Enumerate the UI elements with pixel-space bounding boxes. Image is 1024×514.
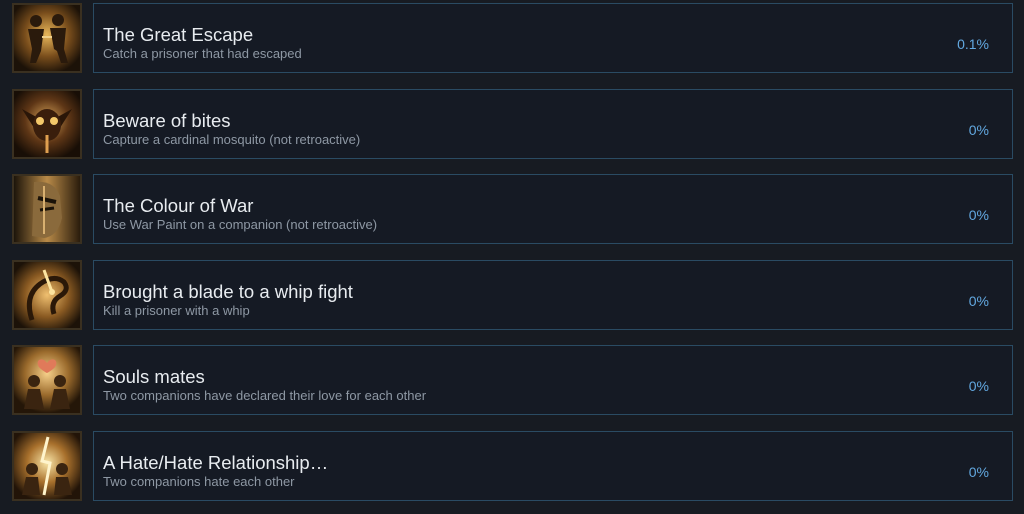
achievement-title: A Hate/Hate Relationship… — [103, 452, 329, 473]
achievement-panel: The Great Escape Catch a prisoner that h… — [93, 3, 1013, 73]
achievement-description: Capture a cardinal mosquito (not retroac… — [103, 132, 361, 147]
achievement-description: Use War Paint on a companion (not retroa… — [103, 217, 378, 232]
achievement-panel: Brought a blade to a whip fight Kill a p… — [93, 260, 1013, 330]
achievement-title: Brought a blade to a whip fight — [103, 281, 353, 302]
achievement-panel: The Colour of War Use War Paint on a com… — [93, 174, 1013, 244]
achievement-unlock-percent: 0% — [968, 293, 989, 309]
mosquito-icon — [12, 89, 82, 159]
achievement-unlock-percent: 0.1% — [957, 36, 989, 52]
war-paint-face-icon — [12, 174, 82, 244]
achievement-title: The Great Escape — [103, 24, 254, 45]
achievement-unlock-percent: 0% — [968, 207, 989, 223]
achievement-description: Two companions have declared their love … — [103, 388, 427, 403]
achievement-title: The Colour of War — [103, 195, 254, 216]
achievement-row: The Great Escape Catch a prisoner that h… — [0, 0, 1024, 73]
achievement-row: Beware of bites Capture a cardinal mosqu… — [0, 86, 1024, 159]
escaping-prisoners-icon — [12, 3, 82, 73]
achievement-description: Catch a prisoner that had escaped — [103, 46, 302, 61]
lovers-heart-icon — [12, 345, 82, 415]
rivals-lightning-icon — [12, 431, 82, 501]
achievement-title: Souls mates — [103, 366, 205, 387]
achievement-unlock-percent: 0% — [968, 378, 989, 394]
achievement-panel: Souls mates Two companions have declared… — [93, 345, 1013, 415]
achievement-row: The Colour of War Use War Paint on a com… — [0, 171, 1024, 244]
achievement-panel: Beware of bites Capture a cardinal mosqu… — [93, 89, 1013, 159]
achievement-list: The Great Escape Catch a prisoner that h… — [0, 0, 1024, 514]
achievement-unlock-percent: 0% — [968, 122, 989, 138]
achievement-unlock-percent: 0% — [968, 464, 989, 480]
achievement-description: Two companions hate each other — [103, 474, 295, 489]
whip-icon — [12, 260, 82, 330]
achievement-title: Beware of bites — [103, 110, 231, 131]
achievement-row: A Hate/Hate Relationship… Two companions… — [0, 428, 1024, 501]
achievement-description: Kill a prisoner with a whip — [103, 303, 250, 318]
achievement-row: Souls mates Two companions have declared… — [0, 342, 1024, 415]
achievement-panel: A Hate/Hate Relationship… Two companions… — [93, 431, 1013, 501]
achievement-row: Brought a blade to a whip fight Kill a p… — [0, 257, 1024, 330]
